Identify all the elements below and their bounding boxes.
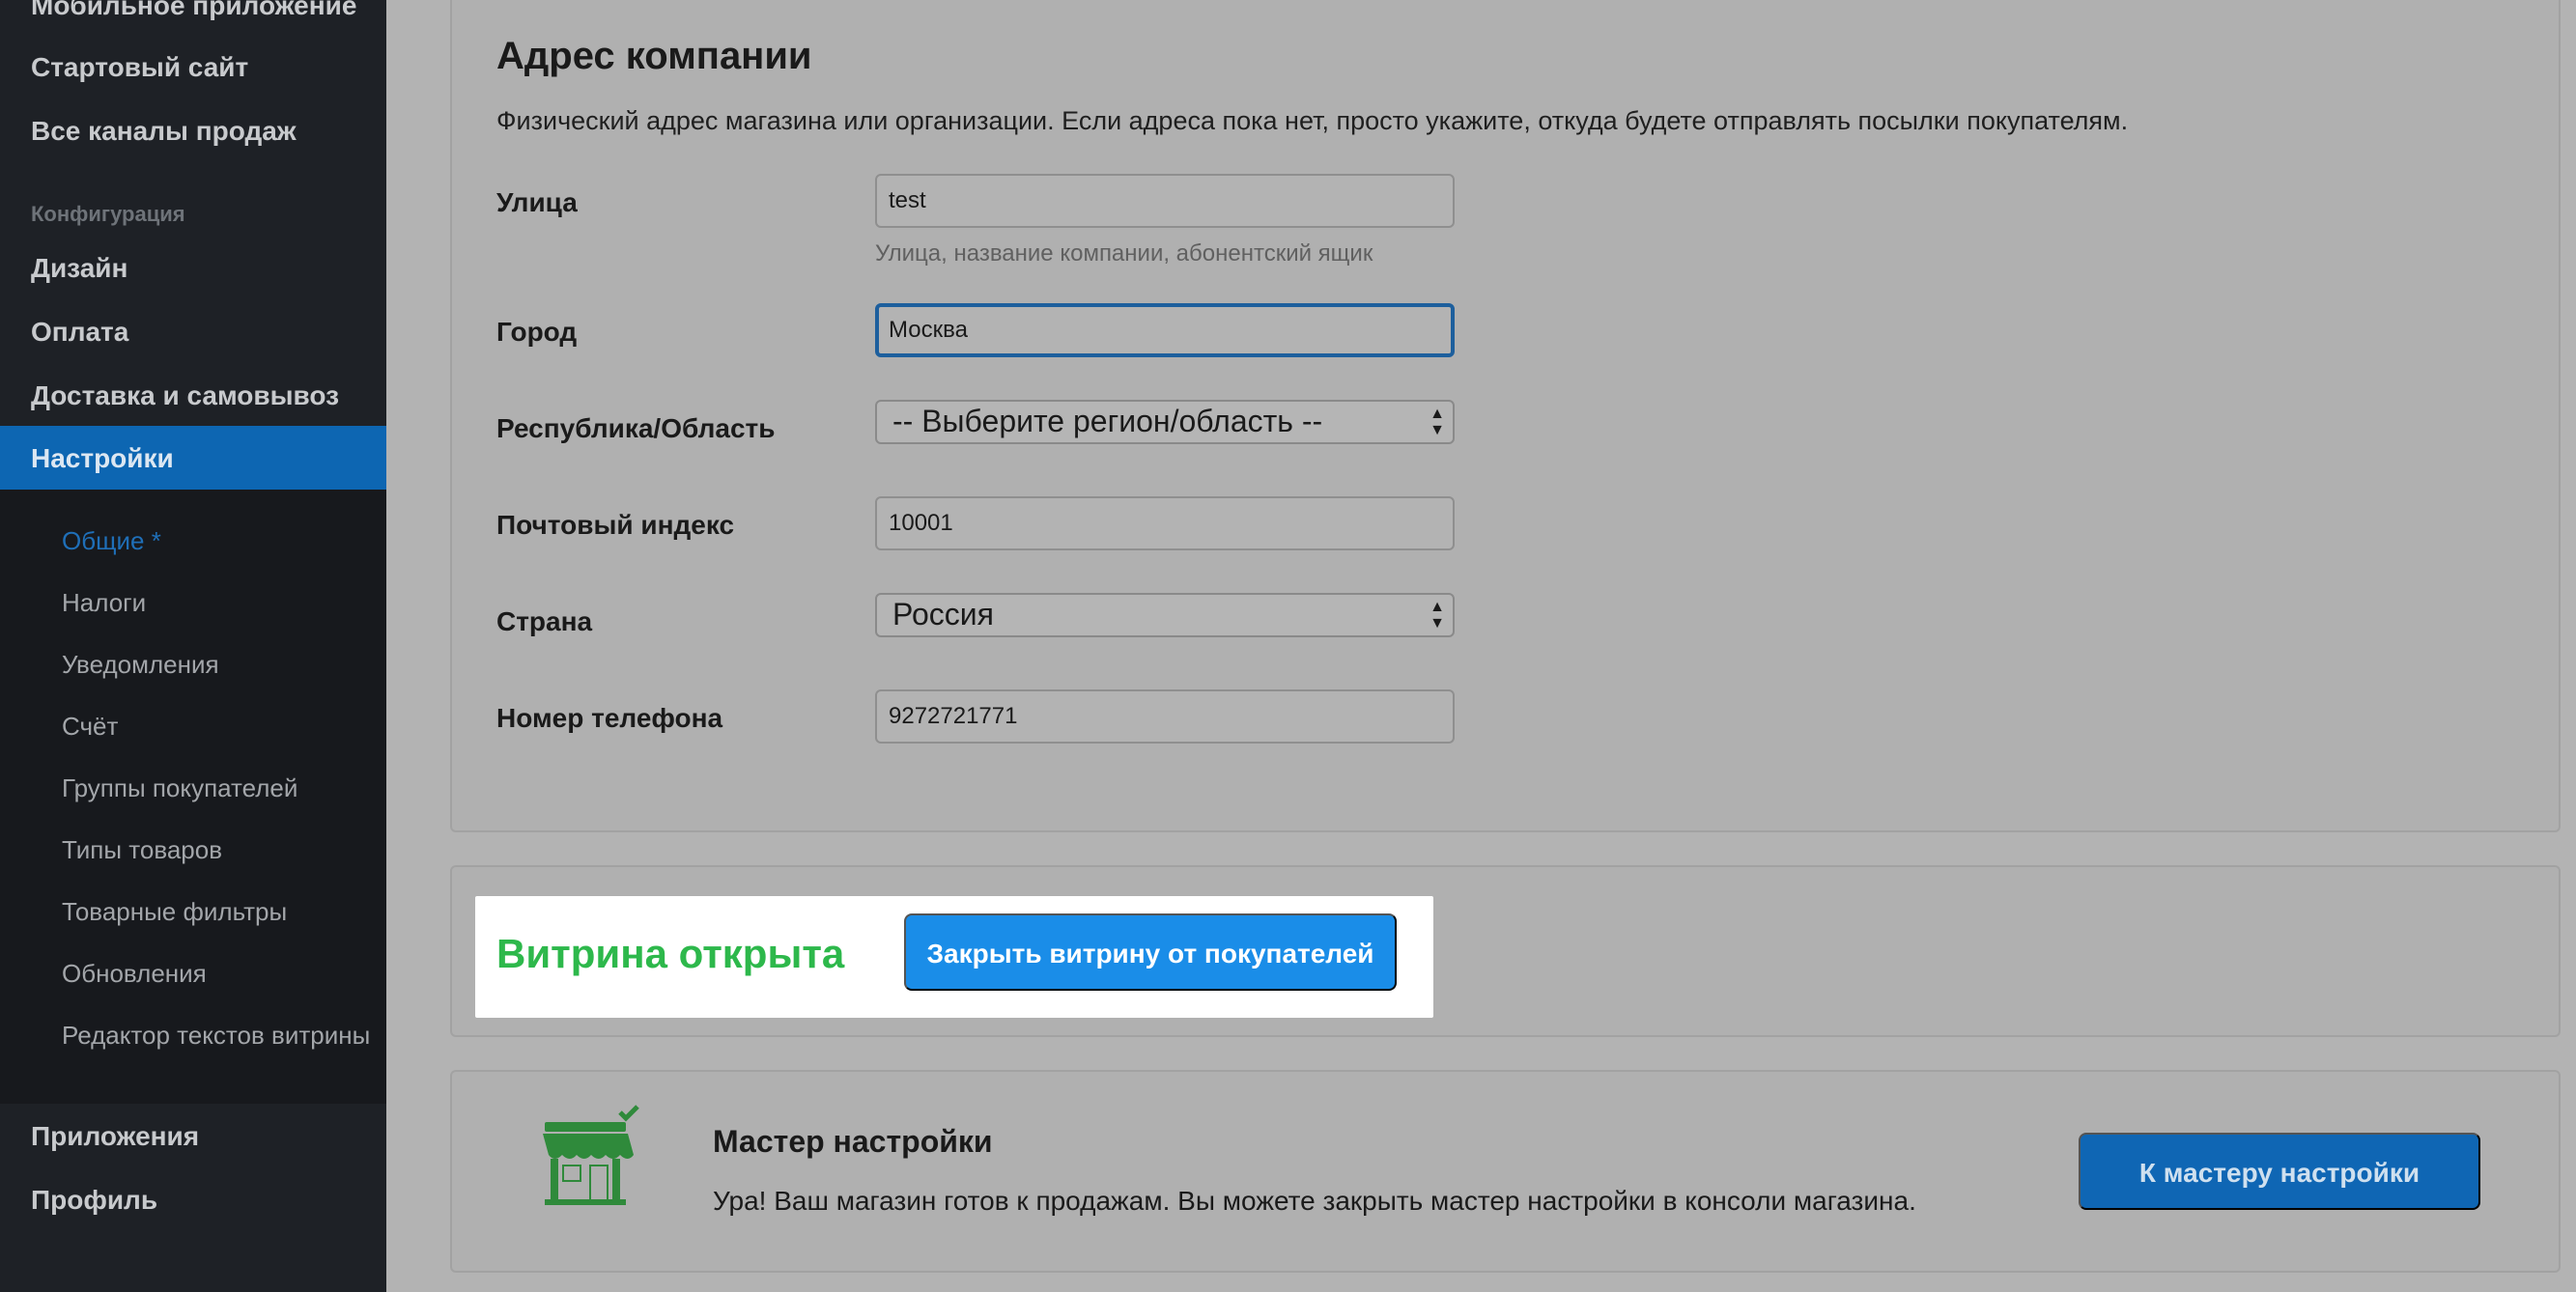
company-address-title: Адрес компании [496, 35, 812, 77]
sidebar-item-all-channels[interactable]: Все каналы продаж [31, 116, 297, 147]
region-select[interactable]: -- Выберите регион/область -- ▲ ▼ [875, 400, 1455, 444]
storefront-check-icon [543, 1105, 639, 1205]
region-select-value: -- Выберите регион/область -- [892, 404, 1323, 438]
sidebar-section-config: Конфигурация [31, 202, 185, 226]
sidebar-subitem-notifications[interactable]: Уведомления [62, 650, 219, 680]
region-label: Республика/Область [496, 413, 776, 443]
country-select[interactable]: Россия ▲ ▼ [875, 593, 1455, 637]
city-label: Город [496, 317, 578, 347]
sidebar-item-apps[interactable]: Приложения [31, 1121, 199, 1152]
sidebar-item-starter-site[interactable]: Стартовый сайт [31, 52, 248, 83]
storefront-status: Витрина открыта [496, 931, 845, 976]
sidebar-subitem-product-types[interactable]: Типы товаров [62, 835, 222, 865]
sidebar-item-profile[interactable]: Профиль [31, 1185, 157, 1216]
sidebar-item-settings[interactable]: Настройки [0, 426, 386, 490]
sidebar-item-payment[interactable]: Оплата [31, 317, 128, 348]
sidebar-subitem-invoice[interactable]: Счёт [62, 712, 118, 742]
phone-label: Номер телефона [496, 703, 723, 733]
sidebar-subitem-customer-groups[interactable]: Группы покупателей [62, 773, 297, 803]
sidebar-subitem-product-filters[interactable]: Товарные фильтры [62, 897, 287, 927]
city-input[interactable]: Москва [875, 303, 1455, 357]
sidebar-subitem-taxes[interactable]: Налоги [62, 588, 146, 618]
zip-input[interactable]: 10001 [875, 496, 1455, 550]
setup-wizard-text: Ура! Ваш магазин готов к продажам. Вы мо… [713, 1186, 1916, 1216]
sidebar-subitem-text-editor[interactable]: Редактор текстов витрины [62, 1021, 386, 1051]
phone-input[interactable]: 9272721771 [875, 689, 1455, 744]
setup-wizard-title: Мастер настройки [713, 1124, 993, 1159]
company-address-description: Физический адрес магазина или организаци… [496, 106, 2129, 135]
sidebar-subitem-general[interactable]: Общие * [62, 526, 161, 556]
sidebar-item-settings-label: Настройки [31, 443, 174, 473]
street-input[interactable]: test [875, 174, 1455, 228]
sidebar-item-design[interactable]: Дизайн [31, 253, 127, 284]
select-arrows-icon: ▲ ▼ [1430, 406, 1445, 438]
sidebar-item-delivery[interactable]: Доставка и самовывоз [31, 380, 339, 411]
country-select-value: Россия [892, 597, 994, 632]
zip-label: Почтовый индекс [496, 510, 735, 540]
country-label: Страна [496, 606, 593, 636]
sidebar-item-mobile-app[interactable]: Мобильное приложение [31, 0, 356, 21]
sidebar-subitem-updates[interactable]: Обновления [62, 959, 207, 989]
sidebar: Мобильное приложение Стартовый сайт Все … [0, 0, 386, 1292]
close-storefront-button[interactable]: Закрыть витрину от покупателей [904, 913, 1397, 991]
sidebar-submenu: Общие * Налоги Уведомления Счёт Группы п… [0, 490, 386, 1104]
street-hint: Улица, название компании, абонентский ящ… [875, 240, 1373, 267]
setup-wizard-button[interactable]: К мастеру настройки [2079, 1133, 2480, 1210]
select-arrows-icon: ▲ ▼ [1430, 599, 1445, 632]
street-label: Улица [496, 187, 578, 217]
